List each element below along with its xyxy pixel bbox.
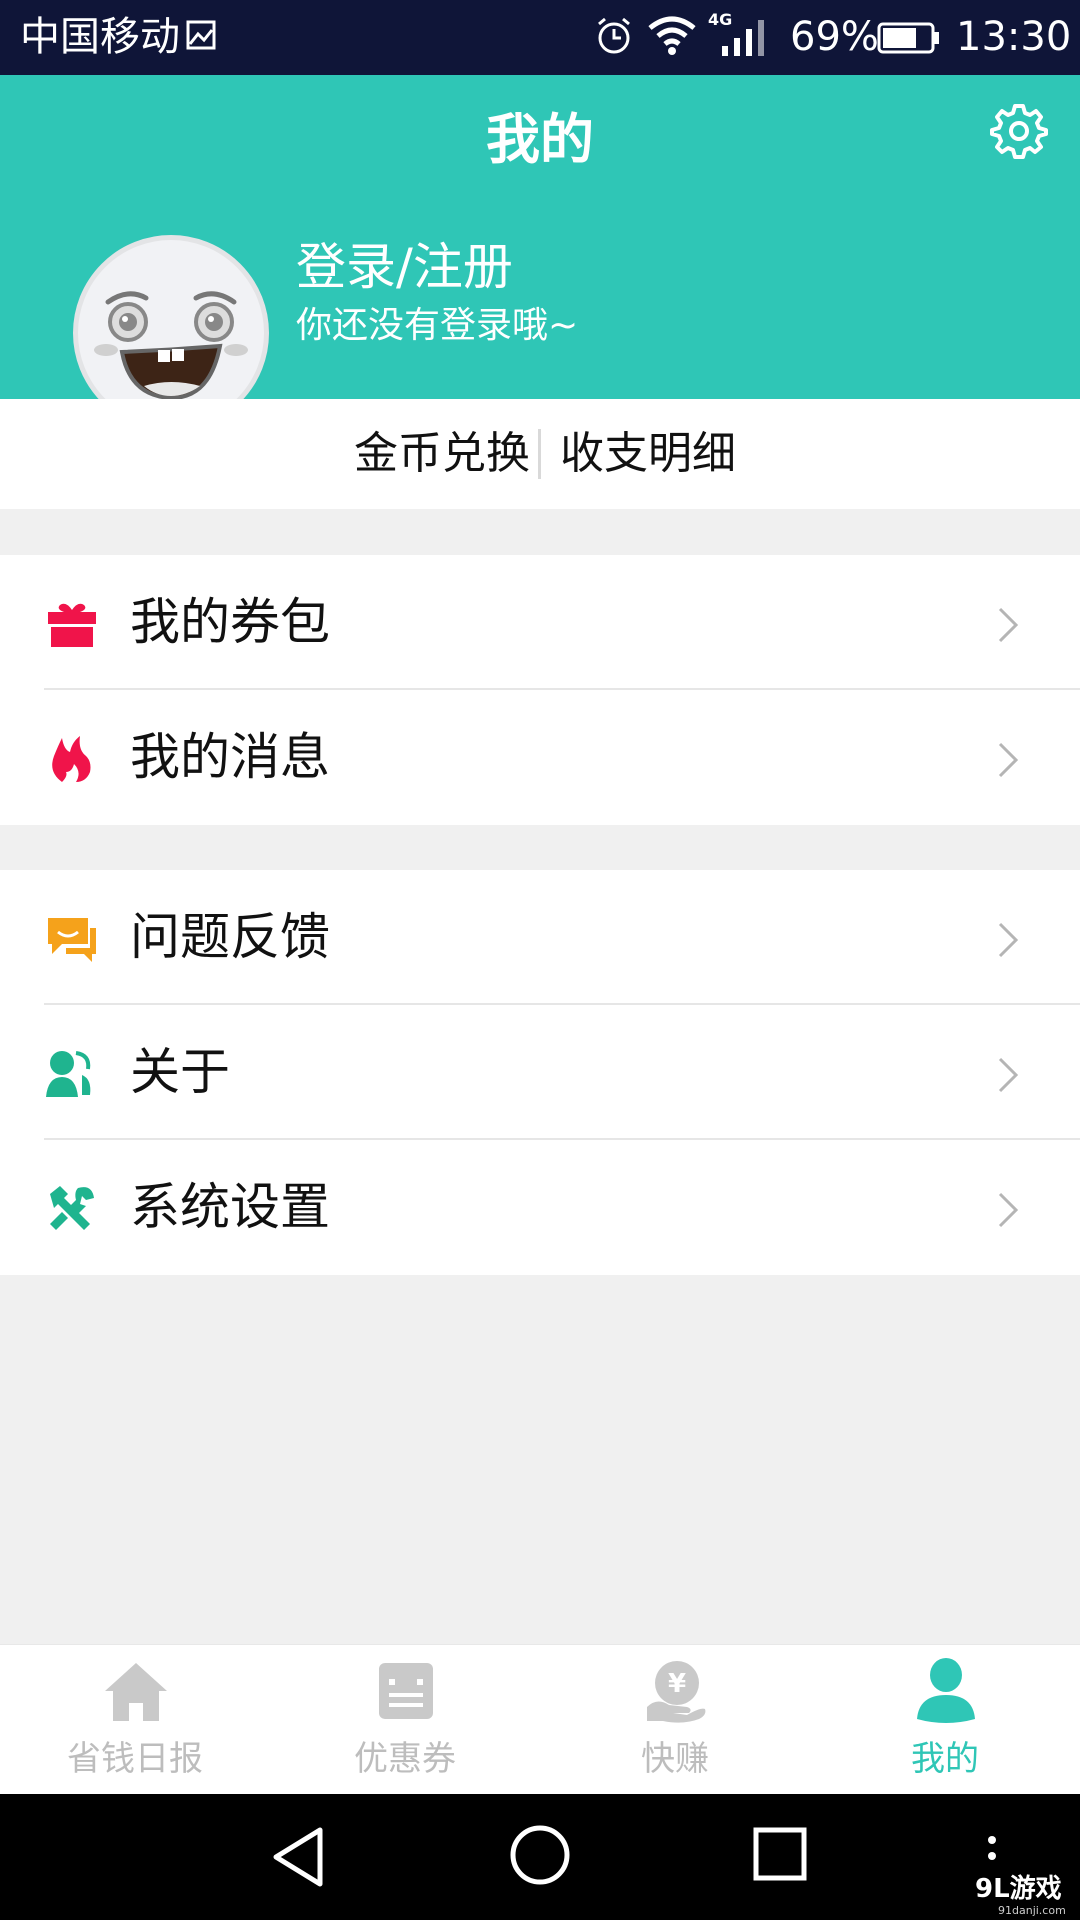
tab-mine[interactable]: 我的 — [810, 1645, 1080, 1795]
income-details-link[interactable]: 收支明细 — [560, 399, 960, 509]
menu-group-app: 问题反馈 关于 系统设置 — [0, 870, 1080, 1275]
person-icon — [917, 1658, 975, 1723]
menu-item-label: 系统设置 — [130, 1178, 330, 1236]
login-hint: 你还没有登录哦~ — [296, 305, 579, 346]
status-bar: 中国移动 4G 69% 13:30 — [0, 0, 1080, 75]
chevron-right-icon — [998, 922, 1019, 958]
bottom-navigation: 省钱日报 优惠券 ¥ 快赚 我的 — [0, 1644, 1080, 1795]
menu-item-coupon-wallet[interactable]: 我的券包 — [0, 555, 1080, 690]
battery-percent: 69% — [790, 14, 879, 60]
menu-item-label: 我的券包 — [130, 593, 330, 651]
wifi-icon — [648, 16, 696, 55]
chevron-right-icon — [998, 742, 1019, 778]
gear-icon[interactable] — [990, 102, 1048, 160]
tab-label: 我的 — [911, 1739, 979, 1779]
tab-coupons[interactable]: 优惠券 — [270, 1645, 540, 1795]
money-hand-icon: ¥ — [647, 1661, 706, 1723]
system-navigation-bar: 9L游戏 91danji.com — [0, 1794, 1080, 1920]
menu-item-label: 问题反馈 — [130, 908, 330, 966]
svg-text:¥: ¥ — [668, 1669, 686, 1699]
battery-icon — [877, 22, 939, 54]
divider — [538, 429, 541, 479]
page-title: 我的 — [486, 108, 594, 171]
feedback-icon — [48, 918, 96, 962]
home-icon — [105, 1663, 167, 1721]
login-register-link[interactable]: 登录/注册 — [296, 235, 513, 299]
tab-daily-savings[interactable]: 省钱日报 — [0, 1645, 270, 1795]
clock: 13:30 — [956, 14, 1072, 60]
back-icon[interactable] — [268, 1824, 328, 1890]
tools-icon — [50, 1186, 94, 1230]
flame-icon — [52, 736, 91, 782]
watermark-logo: 9L游戏 — [975, 1874, 1062, 1904]
tab-label: 省钱日报 — [67, 1739, 203, 1779]
chevron-right-icon — [998, 1057, 1019, 1093]
menu-item-label: 我的消息 — [130, 728, 330, 786]
tab-label: 快赚 — [641, 1739, 709, 1779]
image-notification-icon — [186, 20, 216, 50]
home-circle-icon[interactable] — [509, 1824, 571, 1886]
chevron-right-icon — [998, 607, 1019, 643]
menu-item-about[interactable]: 关于 — [0, 1005, 1080, 1140]
chevron-right-icon — [998, 1192, 1019, 1228]
carrier-name: 中国移动 — [20, 14, 180, 60]
watermark-url: 91danji.com — [998, 1904, 1066, 1917]
coupon-icon — [379, 1663, 433, 1719]
tab-label: 优惠券 — [354, 1739, 456, 1779]
menu-item-system-settings[interactable]: 系统设置 — [0, 1140, 1080, 1275]
menu-group-wallet: 我的券包 我的消息 — [0, 555, 1080, 825]
about-icon — [46, 1051, 91, 1097]
menu-item-label: 关于 — [130, 1043, 230, 1101]
tab-quick-earn[interactable]: ¥ 快赚 — [540, 1645, 810, 1795]
profile-header: 我的 登录/注册 你还没有登录哦~ — [0, 75, 1080, 431]
coin-exchange-link[interactable]: 金币兑换 — [0, 399, 530, 509]
gift-icon — [48, 603, 96, 647]
recent-apps-icon[interactable] — [753, 1827, 807, 1881]
alarm-icon — [598, 17, 630, 54]
signal-icon — [722, 20, 764, 56]
menu-item-messages[interactable]: 我的消息 — [0, 690, 1080, 825]
more-icon[interactable] — [987, 1832, 997, 1872]
menu-item-feedback[interactable]: 问题反馈 — [0, 870, 1080, 1005]
coins-row: 金币兑换 收支明细 — [0, 399, 1080, 509]
